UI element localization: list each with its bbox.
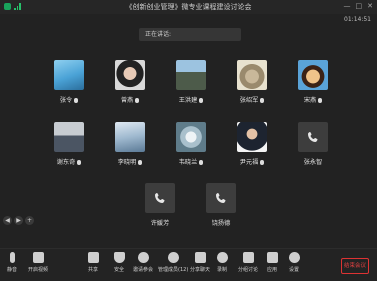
participant-name: 尹元福 (239, 159, 259, 166)
tool-label: 设置 (288, 267, 299, 273)
mic-icon (74, 98, 79, 103)
participant-avatar (176, 60, 206, 90)
breakout-icon (242, 252, 254, 263)
participant-avatar (206, 183, 236, 213)
participant-tile[interactable]: 韦晓兰 (176, 122, 206, 166)
members-icon (167, 252, 179, 263)
participant-name: 李晓明 (117, 159, 137, 166)
mic-icon (135, 98, 140, 103)
meeting-window: 《创新创业管理》微专业课程建设讨论会 — □ ✕ 01:14:51 正在讲话: … (0, 0, 377, 281)
security-button[interactable]: 安全 (107, 252, 131, 273)
participant-name: 韦晓兰 (178, 159, 198, 166)
next-page-button[interactable]: ▶ (14, 216, 23, 225)
mic-icon (318, 98, 323, 103)
tool-label: 分组讨论 (237, 267, 258, 273)
close-button[interactable]: ✕ (367, 2, 373, 10)
participant-avatar (237, 60, 267, 90)
record-icon (216, 252, 228, 263)
tool-label: 静音 (6, 267, 17, 273)
participant-name: 谢东奇 (56, 159, 76, 166)
participant-avatar (115, 122, 145, 152)
settings-icon (288, 252, 300, 263)
participant-name: 王洪建 (178, 97, 198, 104)
participant-name: 张永智 (303, 159, 323, 166)
manage-members-button[interactable]: 管理成员(12) (158, 252, 188, 273)
participant-tile[interactable]: 王洪建 (176, 60, 206, 104)
speaking-indicator: 正在讲话: (139, 28, 241, 41)
participant-tile[interactable]: 许媛芳 (145, 183, 175, 227)
mute-button[interactable]: 静音 (0, 252, 24, 273)
prev-page-button[interactable]: ◀ (3, 216, 12, 225)
window-controls: — □ ✕ (344, 2, 374, 10)
participant-tile[interactable]: 尹元福 (237, 122, 267, 166)
share-screen-icon (87, 252, 99, 263)
tool-label: 管理成员(12) (158, 267, 189, 273)
tool-label: 开启视频 (27, 267, 48, 273)
mic-icon (260, 98, 265, 103)
participant-name: 张令 (59, 97, 73, 104)
mic-icon (199, 160, 204, 165)
mic-icon (199, 98, 204, 103)
chat-icon (194, 252, 206, 263)
participant-tile[interactable]: 张绍军 (237, 60, 267, 104)
settings-button[interactable]: 设置 (282, 252, 306, 273)
breakout-button[interactable]: 分组讨论 (236, 252, 260, 273)
apps-icon (266, 252, 278, 263)
tool-label: 分享聊天 (189, 267, 210, 273)
meeting-title: 《创新创业管理》微专业课程建设讨论会 (125, 3, 252, 11)
participant-name: 张绍军 (239, 97, 259, 104)
participant-name: 许媛芳 (150, 220, 170, 227)
meeting-timer: 01:14:51 (344, 16, 371, 23)
title-bar: 《创新创业管理》微专业课程建设讨论会 — □ ✕ (0, 0, 377, 14)
participant-avatar (54, 60, 84, 90)
participant-name: 曾燕 (120, 97, 134, 104)
mic-icon (77, 160, 82, 165)
phone-icon (216, 193, 226, 203)
participant-avatar (176, 122, 206, 152)
add-user-icon (137, 252, 149, 263)
mic-icon (138, 160, 143, 165)
participant-tile[interactable]: 张令 (54, 60, 84, 104)
mic-icon (260, 160, 265, 165)
participant-tile[interactable]: 曾燕 (115, 60, 145, 104)
participant-tile[interactable]: 张永智 (298, 122, 328, 166)
participant-name: 饶扬德 (211, 220, 231, 227)
invite-button[interactable]: 邀请参会 (131, 252, 155, 273)
participant-tile[interactable]: 饶扬德 (206, 183, 236, 227)
bottom-toolbar: 静音 开启视频 共享 安全 邀请参会 管理成员(12) 分享聊天 录制 分组讨论… (0, 248, 377, 281)
end-meeting-button[interactable]: 结束会议 (341, 258, 369, 274)
participant-avatar (115, 60, 145, 90)
tool-label: 共享 (87, 267, 98, 273)
participant-tile[interactable]: 谢东奇 (54, 122, 84, 166)
participant-avatar (145, 183, 175, 213)
minimize-button[interactable]: — (344, 2, 351, 10)
participant-avatar (298, 122, 328, 152)
participant-tile[interactable]: 宋燕 (298, 60, 328, 104)
participant-avatar (298, 60, 328, 90)
participant-name: 宋燕 (303, 97, 317, 104)
tool-label: 安全 (113, 267, 124, 273)
view-controls: ◀ ▶ + (3, 216, 34, 225)
camera-off-icon (32, 252, 44, 263)
apps-button[interactable]: 应用 (260, 252, 284, 273)
tool-label: 录制 (216, 267, 227, 273)
add-view-button[interactable]: + (25, 216, 34, 225)
maximize-button[interactable]: □ (356, 2, 363, 10)
shield-icon (113, 252, 125, 263)
start-video-button[interactable]: 开启视频 (26, 252, 50, 273)
participant-avatar (237, 122, 267, 152)
participant-tile[interactable]: 李晓明 (115, 122, 145, 166)
record-button[interactable]: 录制 (210, 252, 234, 273)
mic-icon (9, 252, 15, 263)
participant-avatar (54, 122, 84, 152)
tool-label: 应用 (266, 267, 277, 273)
chat-button[interactable]: 分享聊天 (188, 252, 212, 273)
phone-icon (308, 132, 318, 142)
tool-label: 邀请参会 (132, 267, 153, 273)
share-button[interactable]: 共享 (81, 252, 105, 273)
phone-icon (155, 193, 165, 203)
